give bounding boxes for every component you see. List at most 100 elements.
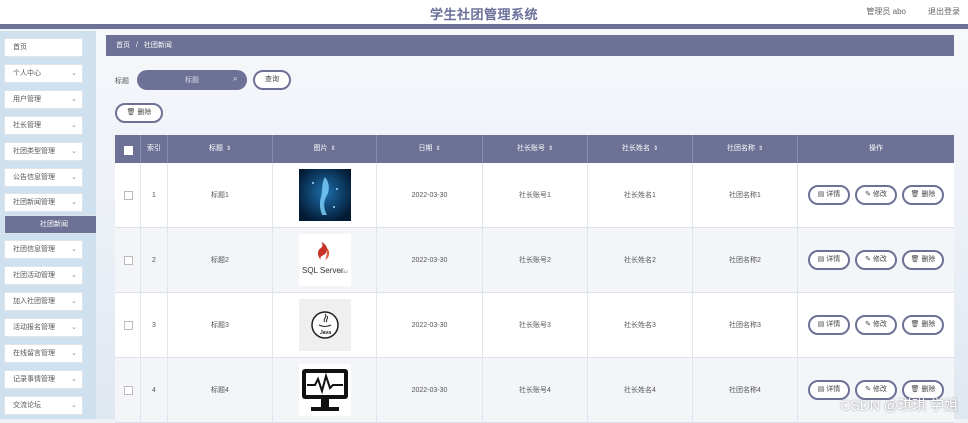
sidebar-item-home[interactable]: 首页 — [4, 38, 83, 57]
breadcrumb-separator: / — [135, 42, 138, 49]
club-cell: 社团名称4 — [693, 358, 798, 423]
chevron-down-icon: ⌄ — [71, 246, 77, 253]
trash-icon: 🗑 — [126, 109, 136, 116]
chevron-down-icon: ⌄ — [71, 148, 77, 155]
breadcrumb-home[interactable]: 首页 — [116, 42, 130, 49]
trash-icon: 🗑 — [910, 256, 920, 263]
sidebar-item-president-management[interactable]: 社长管理 ⌄ — [4, 116, 83, 135]
column-actions: 操作 — [798, 135, 954, 163]
sidebar-subitem-club-news[interactable]: 社团新闻 — [4, 215, 104, 234]
pencil-icon: ✎ — [865, 321, 871, 328]
breadcrumb-current: 社团新闻 — [143, 42, 172, 49]
chevron-down-icon: ⌄ — [71, 70, 77, 77]
sidebar-item-club-type-management[interactable]: 社团类型管理 ⌄ — [4, 142, 83, 161]
select-all-cell — [115, 135, 141, 163]
sidebar-item-join-club-management[interactable]: 加入社团管理 ⌄ — [4, 292, 83, 311]
row-checkbox[interactable] — [124, 191, 133, 200]
column-index: 索引 — [141, 135, 168, 163]
edit-button[interactable]: ✎ 修改 — [855, 250, 897, 270]
chevron-down-icon: ⌄ — [71, 298, 77, 305]
edit-label: 修改 — [872, 191, 887, 198]
detail-button[interactable]: ▤ 详情 — [808, 185, 850, 205]
sidebar-item-label: 公告信息管理 — [13, 174, 55, 181]
column-image[interactable]: 图片 ⇕ — [273, 135, 377, 163]
row-checkbox[interactable] — [124, 256, 133, 265]
edit-label: 修改 — [872, 321, 887, 328]
app-title: 学生社团管理系统 — [429, 7, 538, 22]
sidebar-item-label: 交流论坛 — [13, 402, 41, 409]
sidebar-item-personal-center[interactable]: 个人中心 ⌄ — [4, 64, 83, 83]
watermark: CSDN @琪琪 学姐 — [840, 397, 958, 413]
batch-delete-button[interactable]: 🗑 删除 — [115, 103, 163, 123]
row-select-cell — [115, 358, 141, 423]
delete-label: 删除 — [921, 321, 936, 328]
detail-button[interactable]: ▤ 详情 — [808, 315, 850, 335]
chevron-down-icon: ⌄ — [71, 402, 77, 409]
pencil-icon: ✎ — [865, 386, 871, 393]
sidebar-item-message-management[interactable]: 在线留言管理 ⌄ — [4, 344, 83, 363]
sort-icon: ⇕ — [547, 146, 554, 152]
sidebar-item-label: 社长管理 — [13, 122, 41, 129]
column-president-account[interactable]: 社长账号 ⇕ — [483, 135, 588, 163]
sidebar-item-club-news-management[interactable]: 社团新闻管理 ⌄ — [4, 193, 83, 212]
trash-icon: 🗑 — [910, 191, 920, 198]
sort-icon: ⇕ — [225, 146, 232, 152]
sidebar-item-activity-signup-management[interactable]: 活动报名管理 ⌄ — [4, 318, 83, 337]
image-cell — [273, 358, 377, 423]
column-president-name[interactable]: 社长姓名 ⇕ — [588, 135, 693, 163]
edit-label: 修改 — [872, 256, 887, 263]
edit-button[interactable]: ✎ 修改 — [855, 315, 897, 335]
sort-icon: ⇕ — [435, 146, 441, 152]
sidebar-item-notice-management[interactable]: 公告信息管理 ⌄ — [4, 168, 83, 187]
document-icon: ▤ — [817, 256, 825, 263]
search-input[interactable] — [137, 70, 247, 90]
logout-link[interactable]: 退出登录 — [928, 6, 960, 17]
chevron-down-icon: ⌄ — [71, 324, 77, 331]
chevron-down-icon: ⌄ — [71, 199, 77, 206]
java-logo: Java — [299, 299, 351, 351]
column-label: 日期 — [418, 145, 433, 152]
delete-button[interactable]: 🗑 删除 — [902, 315, 944, 335]
sidebar-item-club-activity-management[interactable]: 社团活动管理 ⌄ — [4, 266, 83, 285]
detail-button[interactable]: ▤ 详情 — [808, 250, 850, 270]
delete-button[interactable]: 🗑 删除 — [902, 185, 944, 205]
account-cell: 社长账号4 — [483, 358, 588, 423]
date-cell: 2022-03-30 — [377, 163, 483, 228]
row-checkbox[interactable] — [124, 321, 133, 330]
index-cell: 1 — [141, 163, 168, 228]
chevron-down-icon: ⌄ — [71, 350, 77, 357]
detail-label: 详情 — [826, 256, 841, 263]
delete-button[interactable]: 🗑 删除 — [902, 250, 944, 270]
select-all-checkbox[interactable] — [124, 146, 133, 155]
column-title[interactable]: 标题 ⇕ — [168, 135, 273, 163]
sort-icon: ⇕ — [757, 146, 764, 152]
name-cell: 社长姓名3 — [588, 293, 693, 358]
index-cell: 2 — [141, 228, 168, 293]
column-date[interactable]: 日期 ⇕ — [377, 135, 483, 163]
delete-label: 删除 — [921, 386, 936, 393]
query-button[interactable]: 查询 — [253, 70, 291, 90]
account-cell: 社长账号1 — [483, 163, 588, 228]
title-cell: 标题2 — [168, 228, 273, 293]
svg-text:Java: Java — [320, 330, 331, 336]
table-row: 4 标题4 2022-03-30 社长账号4 社长姓名4 社团名称4 ▤ 详情 … — [115, 358, 954, 423]
column-label: 社长姓名 — [621, 145, 650, 152]
sidebar-item-forum[interactable]: 交流论坛 ⌄ — [4, 396, 83, 415]
account-cell: 社长账号2 — [483, 228, 588, 293]
column-club-name[interactable]: 社团名称 ⇕ — [693, 135, 798, 163]
trash-icon: 🗑 — [910, 321, 920, 328]
column-label: 索引 — [147, 145, 161, 152]
row-checkbox[interactable] — [124, 386, 133, 395]
edit-button[interactable]: ✎ 修改 — [855, 185, 897, 205]
sidebar-item-label: 社团类型管理 — [13, 148, 55, 155]
date-cell: 2022-03-30 — [377, 358, 483, 423]
sort-icon: ⇕ — [330, 146, 336, 152]
index-cell: 4 — [141, 358, 168, 423]
sidebar-item-user-management[interactable]: 用户管理 ⌄ — [4, 90, 83, 109]
svg-text:2012: 2012 — [339, 269, 349, 274]
sidebar-item-record-management[interactable]: 记录事情管理 ⌄ — [4, 370, 83, 389]
batch-delete-label: 删除 — [137, 109, 152, 116]
breadcrumb: 首页 / 社团新闻 — [106, 35, 954, 56]
sidebar-item-club-info-management[interactable]: 社团信息管理 ⌄ — [4, 240, 83, 259]
date-cell: 2022-03-30 — [377, 228, 483, 293]
